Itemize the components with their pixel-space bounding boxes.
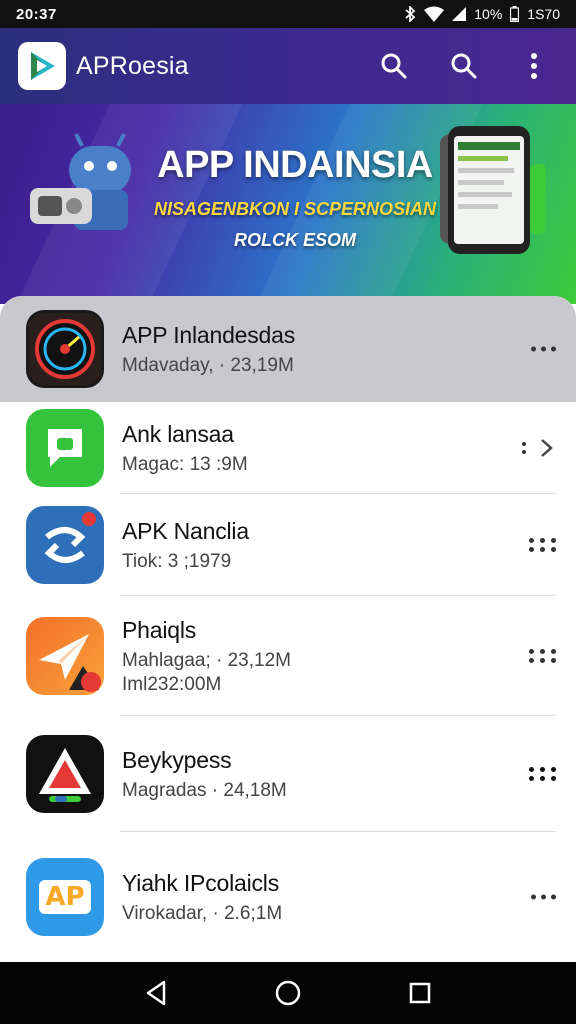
phone-icon: [440, 124, 550, 269]
app-name: Yiahk IPcolaicls: [122, 869, 280, 896]
list-item[interactable]: Ank lansaa Magac: 13 :9M: [0, 402, 576, 494]
bluetooth-icon: [404, 6, 416, 22]
banner-title: APP INDAINSIA: [157, 144, 433, 186]
status-icons: 10% 1S70: [404, 6, 560, 22]
list-item[interactable]: Beykypess Magradas · 24,18M: [0, 716, 576, 832]
recents-icon[interactable]: [396, 969, 444, 1017]
signal-icon: [452, 7, 467, 21]
banner-subtitle: NISAGENBKON I SCPERNOSIAN: [153, 199, 437, 219]
paper-plane-icon: [26, 617, 104, 695]
search-icon[interactable]: [440, 42, 488, 90]
warning-triangle-icon: [26, 735, 104, 813]
android-robot-icon: [24, 126, 144, 251]
list-item[interactable]: APK Nanclia Tiok: 3 ;1979: [0, 494, 576, 596]
app-meta: Magac: 13 :9M: [122, 453, 248, 475]
more-icon[interactable]: [531, 346, 556, 352]
app-title: APRoesia: [76, 51, 189, 80]
app-name: Beykypess: [122, 746, 232, 773]
status-bar: 20:37 10% 1S70: [0, 0, 576, 28]
promo-banner[interactable]: APP INDAINSIA NISAGENBKON I SCPERNOSIAN …: [0, 104, 576, 304]
app-bar: APRoesia: [0, 28, 576, 104]
app-name: Phaiqls: [122, 616, 197, 643]
search-icon[interactable]: [370, 42, 418, 90]
status-right-text: 1S70: [527, 6, 560, 22]
app-meta: Virokadar, · 2.6;1M: [122, 902, 283, 924]
app-name: Ank lansaa: [122, 420, 234, 447]
app-bar-actions: [370, 42, 558, 90]
wifi-icon: [424, 6, 445, 22]
app-meta: Mahlagaa; · 23,12M: [122, 649, 291, 671]
status-time: 20:37: [16, 5, 57, 23]
chat-icon: [26, 409, 104, 487]
navigation-bar: [0, 962, 576, 1024]
app-letters-icon: AP: [26, 858, 104, 936]
app-meta-secondary: Iml232:00M: [122, 673, 222, 695]
banner-subtitle-2: ROLCK ESOM: [233, 230, 356, 250]
play-logo-icon[interactable]: [18, 42, 66, 90]
refresh-arrow-icon: [26, 506, 104, 584]
grid-icon[interactable]: [529, 538, 556, 552]
more-icon[interactable]: [531, 894, 556, 900]
back-icon[interactable]: [132, 969, 180, 1017]
app-list: APP Inlandesdas Mdavaday, · 23,19M Ank l…: [0, 296, 576, 962]
list-item[interactable]: AP Yiahk IPcolaicls Virokadar, · 2.6;1M: [0, 832, 576, 962]
home-icon[interactable]: [264, 969, 312, 1017]
battery-icon: [510, 6, 520, 22]
banner-text: APP INDAINSIA NISAGENBKON I SCPERNOSIAN …: [150, 144, 440, 251]
chevron-right-icon[interactable]: [520, 437, 556, 459]
app-meta: Mdavaday, · 23,19M: [122, 354, 294, 376]
grid-icon[interactable]: [529, 649, 556, 663]
app-name: APK Nanclia: [122, 517, 249, 544]
dashboard-gauge-icon: [26, 310, 104, 388]
grid-bold-icon[interactable]: [529, 767, 556, 781]
app-meta: Tiok: 3 ;1979: [122, 550, 232, 572]
app-meta: Magradas · 24,18M: [122, 779, 287, 801]
list-item[interactable]: APP Inlandesdas Mdavaday, · 23,19M: [0, 296, 576, 402]
battery-percent: 10%: [474, 6, 503, 22]
list-item[interactable]: Phaiqls Mahlagaa; · 23,12M Iml232:00M: [0, 596, 576, 716]
app-letters-text: AP: [39, 880, 91, 914]
app-name: APP Inlandesdas: [122, 321, 296, 348]
more-vert-icon[interactable]: [510, 42, 558, 90]
